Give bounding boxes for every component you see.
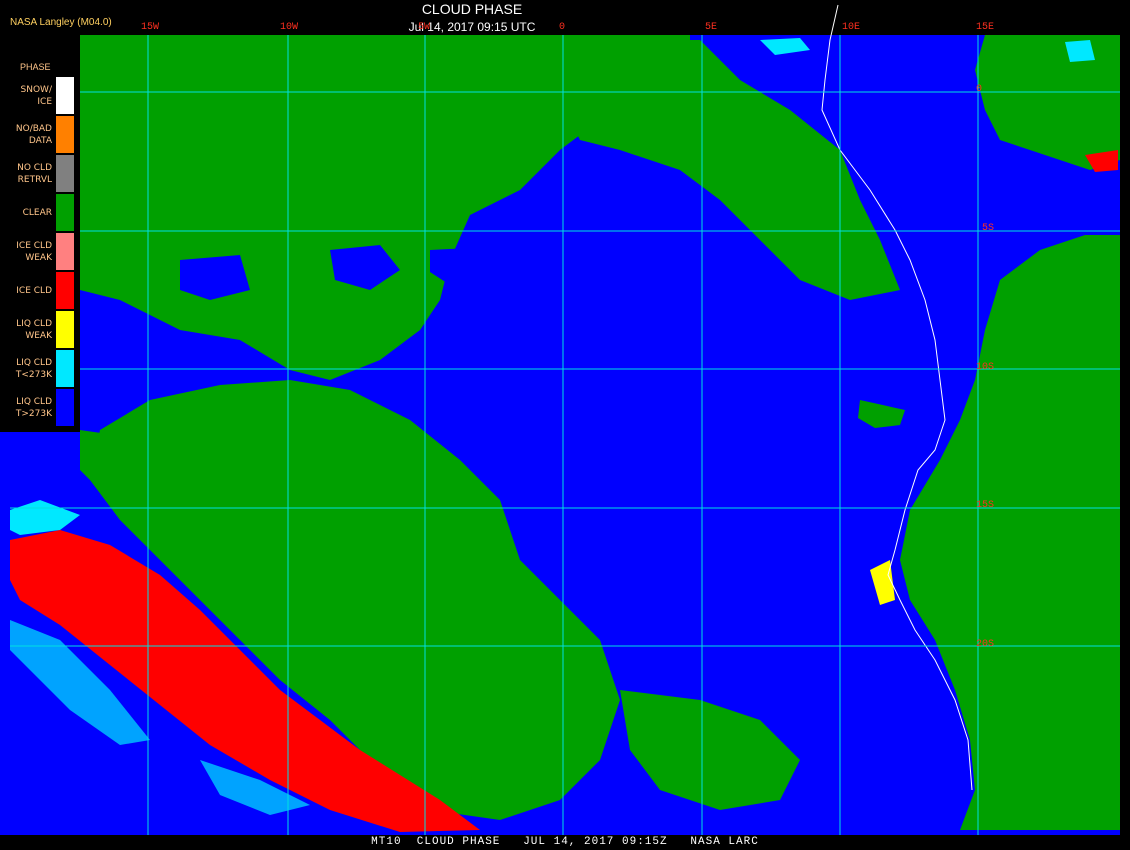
legend-swatch <box>56 350 74 387</box>
cold-liquid-patch <box>1065 40 1095 62</box>
legend-item: CLEAR <box>5 194 80 232</box>
legend-label: ICE CLD WEAK <box>16 241 52 263</box>
legend-swatch <box>56 389 74 426</box>
lat-label: 20S <box>976 639 995 650</box>
lat-label: 0 <box>976 84 983 95</box>
legend-label: SNOW/ ICE <box>20 85 52 107</box>
map-title: CLOUD PHASE <box>421 1 523 17</box>
legend-item: NO CLD RETRVL <box>5 155 80 193</box>
phase-legend: PHASE SNOW/ ICE NO/BAD DATA NO CLD RETRVL C… <box>5 57 80 432</box>
lon-label: 15W <box>141 22 160 33</box>
legend-label: NO CLD RETRVL <box>17 163 52 185</box>
legend-swatch <box>56 116 74 153</box>
legend-swatch <box>56 272 74 309</box>
legend-swatch <box>56 233 74 270</box>
lon-label: 10E <box>842 22 861 33</box>
legend-item: SNOW/ ICE <box>5 77 80 115</box>
legend-label: CLEAR <box>22 208 52 218</box>
legend-swatch <box>56 311 74 348</box>
legend-label: ICE CLD <box>16 286 52 296</box>
legend-swatch <box>56 155 74 192</box>
legend-item: NO/BAD DATA <box>5 116 80 154</box>
legend-item: ICE CLD WEAK <box>5 233 80 271</box>
lon-label: 10W <box>280 22 299 33</box>
legend-label: NO/BAD DATA <box>15 124 52 146</box>
lon-label: 5E <box>705 22 718 33</box>
legend-item: ICE CLD <box>5 272 80 310</box>
lon-label: 0 <box>559 22 566 33</box>
legend-label: LIQ CLD WEAK <box>16 319 52 341</box>
legend-label: LIQ CLD T>273K <box>15 397 52 419</box>
legend-item: LIQ CLD T>273K <box>5 389 80 427</box>
legend-swatch <box>56 194 74 231</box>
lon-label: 5W <box>418 22 431 33</box>
legend-label: LIQ CLD T<273K <box>15 358 52 380</box>
lat-label: 5S <box>982 223 995 234</box>
legend-item: LIQ CLD WEAK <box>5 311 80 349</box>
legend-title: PHASE <box>20 62 51 72</box>
legend-swatch <box>56 77 74 114</box>
lat-label: 15S <box>976 500 995 511</box>
lon-label: 15E <box>976 22 995 33</box>
legend-item: LIQ CLD T<273K <box>5 350 80 388</box>
footer-caption: MT10 CLOUD PHASE JUL 14, 2017 09:15Z NAS… <box>371 836 759 848</box>
lat-label: 10S <box>976 362 995 373</box>
cloud-phase-map <box>0 4 1120 835</box>
